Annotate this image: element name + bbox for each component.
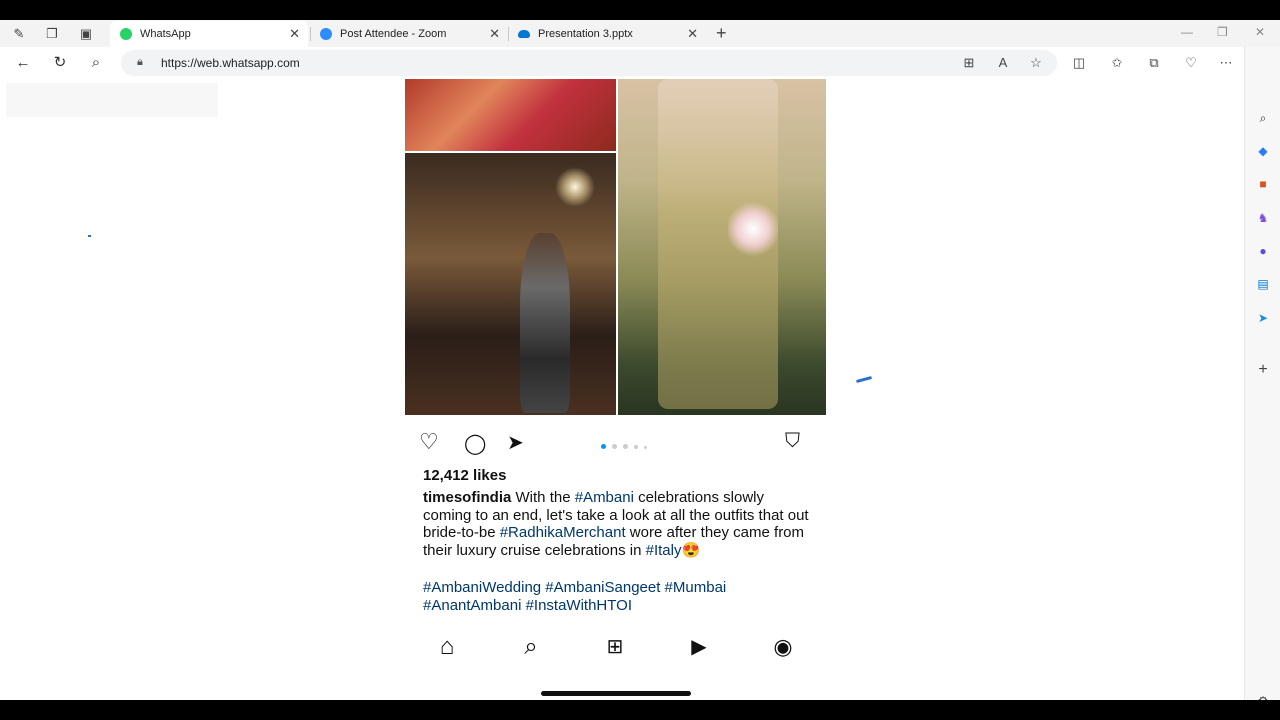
carousel-dot: [644, 446, 647, 449]
hashtag-link[interactable]: #Italy: [646, 542, 682, 559]
refresh-icon[interactable]: ↻: [51, 54, 69, 72]
emoji: 😍: [681, 541, 701, 559]
screen-top-border: [0, 0, 1280, 20]
tab-actions-icon[interactable]: ▣: [77, 25, 95, 43]
close-tab-icon[interactable]: ✕: [687, 26, 698, 42]
url-bar[interactable]: 🔒︎ https://web.whatsapp.com: [121, 50, 1057, 76]
post-caption: timesofindia With the #Ambani celebratio…: [423, 489, 813, 559]
games-icon[interactable]: ♞: [1254, 209, 1272, 227]
light-glare: [555, 167, 595, 207]
flower: [728, 199, 778, 259]
minimize-icon[interactable]: —: [1181, 25, 1193, 39]
likes-count[interactable]: 12,412 likes: [423, 467, 506, 484]
close-window-icon[interactable]: ✕: [1255, 25, 1265, 39]
search-icon[interactable]: ⌕: [1254, 109, 1272, 127]
split-screen-icon[interactable]: ◫: [1070, 54, 1088, 72]
home-indicator-bar: [541, 691, 691, 696]
tab-presentation[interactable]: Presentation 3.pptx ✕: [508, 21, 706, 47]
send-icon[interactable]: ➤: [1254, 309, 1272, 327]
hashtag-line[interactable]: #AmbaniWedding #AmbaniSangeet #Mumbai: [423, 579, 813, 597]
back-icon[interactable]: ←: [14, 54, 32, 72]
whatsapp-icon: [120, 28, 132, 40]
favorites-icon[interactable]: ✩: [1108, 54, 1126, 72]
favorite-star-icon[interactable]: ☆: [1027, 54, 1045, 72]
restore-icon[interactable]: ❐: [1217, 25, 1228, 39]
hashtag-link[interactable]: #Ambani: [575, 489, 634, 506]
url-text: https://web.whatsapp.com: [161, 56, 300, 70]
carousel-indicator: [601, 436, 653, 454]
carousel-dot: [612, 444, 617, 449]
pen-mark: [88, 235, 91, 237]
instagram-bottom-nav: ⌂ ⌕ ⊞ ▶ ◉: [405, 627, 826, 667]
browser-essentials-icon[interactable]: ♡: [1182, 54, 1200, 72]
like-heart-icon[interactable]: ♡: [419, 429, 439, 455]
tab-strip: ✎ ❐ ▣ WhatsApp ✕ Post Attendee - Zoom ✕ …: [0, 20, 1280, 47]
tab-zoom[interactable]: Post Attendee - Zoom ✕: [310, 21, 508, 47]
hashtag-block: #AmbaniWedding #AmbaniSangeet #Mumbai #A…: [423, 579, 813, 614]
more-options-icon[interactable]: ⋯: [1217, 54, 1235, 72]
address-toolbar: ← ↻ ⌕ 🔒︎ https://web.whatsapp.com ⊞ A ☆ …: [0, 47, 1280, 79]
hashtag-line[interactable]: #AnantAmbani #InstaWithHTOI: [423, 597, 813, 615]
post-image-right[interactable]: [618, 79, 826, 415]
carousel-dot: [634, 445, 638, 449]
page-content: ♡ ◯ ➤ ⛉ 12,412 likes timesofindia With t…: [0, 79, 1244, 700]
profile-icon[interactable]: ✎: [10, 25, 28, 43]
tools-briefcase-icon[interactable]: ■: [1254, 175, 1272, 193]
bookmark-icon[interactable]: ⛉: [785, 430, 800, 453]
comment-icon[interactable]: ◯: [464, 431, 486, 456]
carousel-dot: [623, 444, 628, 449]
edge-sidebar: ⌕ ◆ ■ ♞ ● ▤ ➤ + ⚙: [1244, 47, 1280, 708]
caption-text: With the: [511, 489, 575, 506]
create-post-icon[interactable]: ⊞: [601, 633, 629, 661]
search-icon[interactable]: ⌕: [87, 54, 105, 72]
add-sidebar-app-icon[interactable]: +: [1254, 361, 1272, 379]
outlook-icon[interactable]: ▤: [1254, 275, 1272, 293]
pen-mark: [855, 375, 873, 384]
carousel-dot: [601, 444, 606, 449]
app-available-icon[interactable]: ⊞: [960, 54, 978, 72]
workspaces-icon[interactable]: ❐: [43, 25, 61, 43]
tab-title: WhatsApp: [140, 28, 191, 40]
home-icon[interactable]: ⌂: [433, 633, 461, 661]
lock-icon: 🔒︎: [137, 56, 143, 68]
model-figure: [520, 233, 570, 413]
share-send-icon[interactable]: ➤: [507, 430, 524, 455]
close-tab-icon[interactable]: ✕: [289, 26, 300, 42]
copilot-app-icon[interactable]: ●: [1254, 242, 1272, 260]
faded-header: [6, 83, 218, 117]
post-username[interactable]: timesofindia: [423, 489, 511, 506]
post-image-top-left[interactable]: [405, 79, 616, 151]
read-aloud-icon[interactable]: A: [994, 54, 1012, 72]
close-tab-icon[interactable]: ✕: [489, 26, 500, 42]
instagram-post: ♡ ◯ ➤ ⛉ 12,412 likes timesofindia With t…: [405, 79, 826, 700]
zoom-icon: [320, 28, 332, 40]
tab-title: Post Attendee - Zoom: [340, 28, 447, 40]
collections-icon[interactable]: ⧉: [1145, 54, 1163, 72]
search-icon[interactable]: ⌕: [517, 633, 545, 661]
screen-bottom-border: [0, 700, 1280, 720]
new-tab-button[interactable]: +: [716, 23, 727, 44]
shopping-tag-icon[interactable]: ◆: [1254, 142, 1272, 160]
onedrive-icon: [518, 30, 530, 38]
post-image-bottom-left[interactable]: [405, 153, 616, 415]
profile-icon[interactable]: ◉: [769, 633, 797, 661]
reels-icon[interactable]: ▶: [685, 633, 713, 661]
browser-window: ✎ ❐ ▣ WhatsApp ✕ Post Attendee - Zoom ✕ …: [0, 20, 1280, 708]
tab-whatsapp[interactable]: WhatsApp ✕: [110, 21, 308, 47]
tab-title: Presentation 3.pptx: [538, 28, 633, 40]
hashtag-link[interactable]: #RadhikaMerchant: [500, 524, 626, 541]
